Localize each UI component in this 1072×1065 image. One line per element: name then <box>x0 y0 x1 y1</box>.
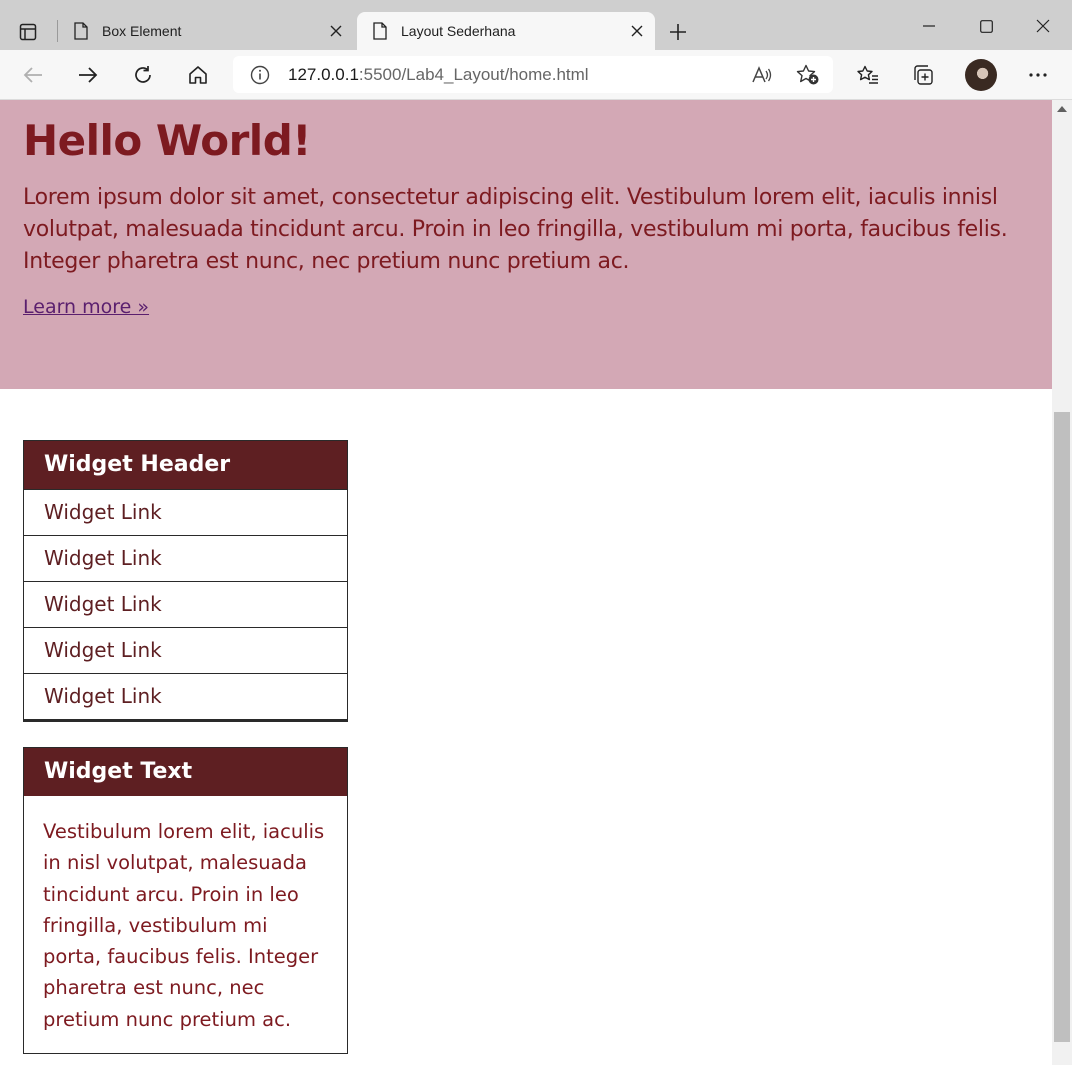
more-options-icon[interactable] <box>1022 60 1054 90</box>
collections-icon[interactable] <box>907 60 939 90</box>
learn-more-link[interactable]: Learn more » <box>23 296 149 318</box>
hero-section: Hello World! Lorem ipsum dolor sit amet,… <box>0 100 1052 389</box>
info-icon[interactable] <box>249 64 271 86</box>
refresh-icon[interactable] <box>127 60 159 90</box>
page-viewport: Hello World! Lorem ipsum dolor sit amet,… <box>0 100 1052 1065</box>
add-favorite-icon[interactable] <box>793 60 823 90</box>
widget-link[interactable]: Widget Link <box>24 581 347 627</box>
scroll-up-icon[interactable] <box>1057 106 1067 112</box>
maximize-button[interactable] <box>963 10 1009 42</box>
close-icon[interactable] <box>324 19 348 43</box>
widget-link[interactable]: Widget Link <box>24 673 347 719</box>
address-bar[interactable]: 127.0.0.1:5500/Lab4_Layout/home.html <box>233 56 833 93</box>
home-icon[interactable] <box>182 60 214 90</box>
scrollbar-thumb[interactable] <box>1054 412 1070 1042</box>
hero-paragraph: Lorem ipsum dolor sit amet, consectetur … <box>23 185 1008 274</box>
widget-link[interactable]: Widget Link <box>24 489 347 535</box>
widget-link[interactable]: Widget Link <box>24 627 347 673</box>
widget-link-list: Widget Link Widget Link Widget Link Widg… <box>24 489 347 721</box>
close-window-button[interactable] <box>1020 10 1066 42</box>
tab-title: Layout Sederhana <box>401 23 516 39</box>
widget-text-body: Vestibulum lorem elit, iaculis in nisl v… <box>43 820 325 1031</box>
back-icon[interactable] <box>17 60 49 90</box>
page-icon <box>72 21 90 41</box>
tab-actions-icon[interactable] <box>14 18 42 46</box>
widget-text-header: Widget Text <box>24 748 347 796</box>
tab-title: Box Element <box>102 23 182 39</box>
tab-layout-sederhana[interactable]: Layout Sederhana <box>357 12 655 50</box>
page-icon <box>371 21 389 41</box>
widget-text: Widget Text Vestibulum lorem elit, iacul… <box>23 747 348 1055</box>
tab-box-element[interactable]: Box Element <box>58 12 354 50</box>
vertical-scrollbar[interactable] <box>1052 100 1072 1065</box>
widget-link[interactable]: Widget Link <box>24 535 347 581</box>
widget-links: Widget Header Widget Link Widget Link Wi… <box>23 440 348 722</box>
favorites-icon[interactable] <box>852 60 884 90</box>
tab-bar: Box Element Layout Sederhana <box>0 0 1072 50</box>
hero-title: Hello World! <box>23 116 311 165</box>
url-host: 127.0.0.1 <box>288 64 359 84</box>
new-tab-button[interactable] <box>664 18 692 46</box>
close-icon[interactable] <box>625 19 649 43</box>
widget-header: Widget Header <box>24 441 347 489</box>
minimize-button[interactable] <box>906 10 952 42</box>
forward-icon[interactable] <box>72 60 104 90</box>
profile-avatar[interactable] <box>965 59 997 91</box>
navigation-toolbar: 127.0.0.1:5500/Lab4_Layout/home.html <box>0 50 1072 100</box>
url-path: :5500/Lab4_Layout/home.html <box>358 64 589 84</box>
read-aloud-icon[interactable] <box>747 60 777 90</box>
